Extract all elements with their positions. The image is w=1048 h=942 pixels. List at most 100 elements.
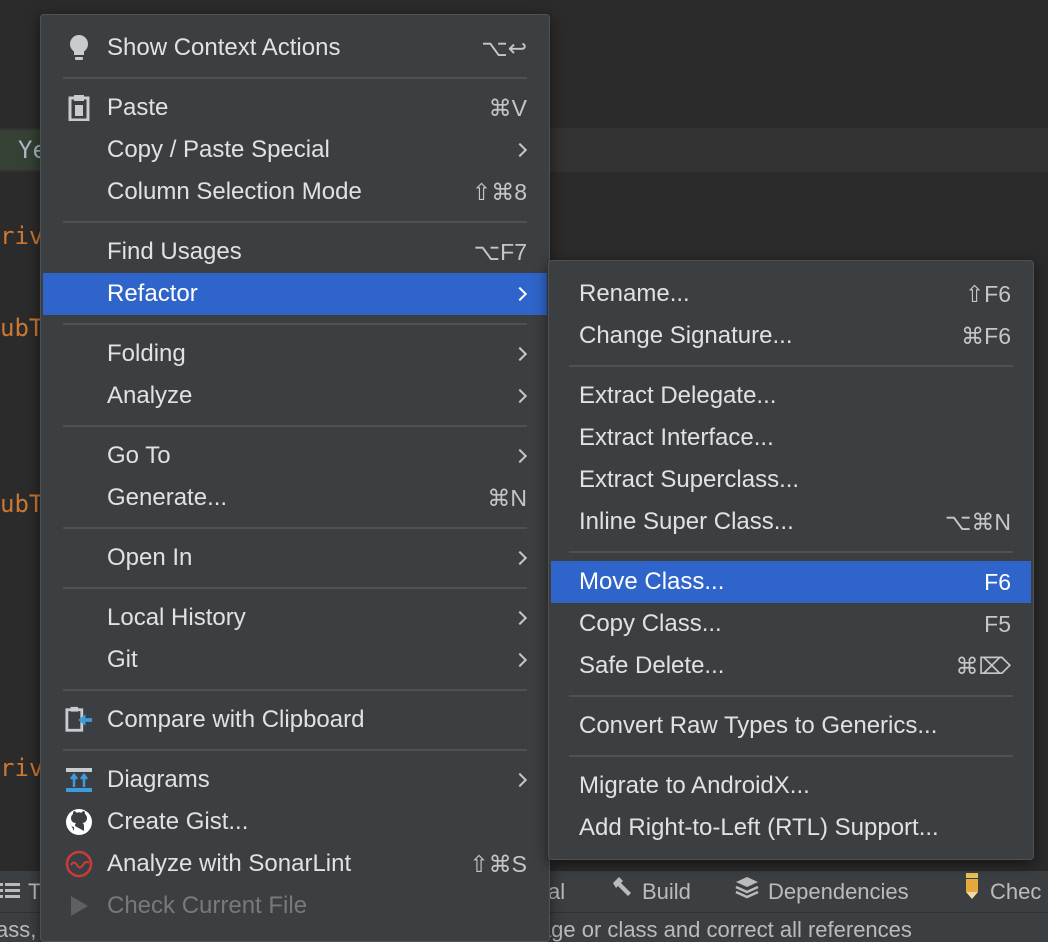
menu-separator [569,365,1013,367]
refactor-submenu: Rename... ⇧F6 Change Signature... ⌘F6 Ex… [548,260,1034,860]
menu-separator [63,587,527,589]
menu-separator [569,695,1013,697]
menu-item-paste[interactable]: Paste ⌘V [43,87,547,129]
pencil-icon [962,871,982,913]
menu-item-local-history[interactable]: Local History [43,597,547,639]
chevron-right-icon [512,388,528,404]
menu-item-column-selection-mode[interactable]: Column Selection Mode ⇧⌘8 [43,171,547,213]
menu-item-check-current-file: Check Current File [43,885,547,927]
menu-separator [63,323,527,325]
menu-item-git[interactable]: Git [43,639,547,681]
menu-separator [63,527,527,529]
chevron-right-icon [512,550,528,566]
menu-item-migrate-to-androidx[interactable]: Migrate to AndroidX... [551,765,1031,807]
menu-item-diagrams[interactable]: Diagrams [43,759,547,801]
menu-item-label: Check Current File [107,892,308,919]
menu-item-analyze[interactable]: Analyze [43,375,547,417]
code-fragment: Ye [0,130,47,170]
menu-separator [63,221,527,223]
menu-item-folding[interactable]: Folding [43,333,547,375]
menu-separator [63,689,527,691]
code-fragment: riv [0,754,44,782]
chevron-right-icon [512,286,528,302]
menu-item-label: Folding [107,340,186,367]
chevron-right-icon [512,448,528,464]
menu-item-safe-delete[interactable]: Safe Delete... ⌘⌦ [551,645,1031,687]
menu-item-shortcut: F5 [984,610,1011,637]
menu-item-rename[interactable]: Rename... ⇧F6 [551,273,1031,315]
compare-clipboard-icon [65,706,93,734]
menu-item-label: Refactor [107,280,198,307]
github-icon [65,808,93,836]
menu-separator [63,77,527,79]
menu-item-label: Analyze [107,382,193,409]
menu-item-compare-with-clipboard[interactable]: Compare with Clipboard [43,699,547,741]
menu-item-label: Rename... [579,280,690,307]
tool-tab-todo[interactable]: T [0,871,41,913]
tool-tab-build[interactable]: Build [610,871,691,913]
tool-tab-terminal[interactable]: al [548,871,565,913]
menu-item-extract-superclass[interactable]: Extract Superclass... [551,459,1031,501]
menu-item-label: Inline Super Class... [579,508,794,535]
menu-item-open-in[interactable]: Open In [43,537,547,579]
menu-item-change-signature[interactable]: Change Signature... ⌘F6 [551,315,1031,357]
menu-item-shortcut: ⌘N [487,484,527,511]
menu-item-extract-interface[interactable]: Extract Interface... [551,417,1031,459]
menu-item-extract-delegate[interactable]: Extract Delegate... [551,375,1031,417]
lightbulb-icon [65,34,93,62]
play-icon [65,892,93,920]
chevron-right-icon [512,652,528,668]
menu-separator [569,551,1013,553]
menu-item-label: Git [107,646,138,673]
clipboard-icon [65,94,93,122]
menu-separator [63,425,527,427]
menu-item-label: Convert Raw Types to Generics... [579,712,938,739]
menu-item-copy-paste-special[interactable]: Copy / Paste Special [43,129,547,171]
tool-tab-label: Build [642,879,691,904]
menu-item-analyze-with-sonarlint[interactable]: Analyze with SonarLint ⇧⌘S [43,843,547,885]
tool-tab-label: Chec [990,879,1042,904]
menu-item-go-to[interactable]: Go To [43,435,547,477]
menu-item-generate[interactable]: Generate... ⌘N [43,477,547,519]
menu-item-convert-raw-types[interactable]: Convert Raw Types to Generics... [551,705,1031,747]
tool-tab-label: Dependencies [768,879,909,904]
menu-item-label: Copy Class... [579,610,722,637]
menu-item-label: Change Signature... [579,322,793,349]
menu-item-add-rtl-support[interactable]: Add Right-to-Left (RTL) Support... [551,807,1031,849]
menu-item-inline-super-class[interactable]: Inline Super Class... ⌥⌘N [551,501,1031,543]
tool-tab-checkstyle[interactable]: Chec [962,871,1041,913]
menu-item-shortcut: ⌥↩ [481,34,527,61]
menu-item-label: Analyze with SonarLint [107,850,352,877]
menu-item-label: Extract Delegate... [579,382,777,409]
sonarlint-icon [65,850,93,878]
chevron-right-icon [512,772,528,788]
tool-tab-dependencies[interactable]: Dependencies [734,871,909,913]
menu-item-shortcut: ⌥F7 [473,238,527,265]
code-fragment: ubT [0,314,44,342]
code-fragment: ubT [0,490,44,518]
menu-item-copy-class[interactable]: Copy Class... F5 [551,603,1031,645]
chevron-right-icon [512,142,528,158]
menu-item-label: Generate... [107,484,228,511]
menu-item-shortcut: ⌘V [488,94,527,121]
menu-separator [569,755,1013,757]
menu-separator [63,749,527,751]
menu-item-label: Add Right-to-Left (RTL) Support... [579,814,939,841]
menu-item-label: Extract Interface... [579,424,774,451]
menu-item-label: Create Gist... [107,808,249,835]
menu-item-shortcut: ⌥⌘N [944,508,1011,535]
menu-item-move-class[interactable]: Move Class... F6 [551,561,1031,603]
hammer-icon [610,871,634,913]
list-icon [0,871,20,913]
menu-item-shortcut: ⇧⌘8 [471,178,527,205]
menu-item-shortcut: ⇧F6 [964,280,1011,307]
code-fragment: riv [0,222,44,250]
menu-item-shortcut: F6 [984,568,1011,595]
menu-item-create-gist[interactable]: Create Gist... [43,801,547,843]
chevron-right-icon [512,346,528,362]
menu-item-label: Extract Superclass... [579,466,800,493]
menu-item-find-usages[interactable]: Find Usages ⌥F7 [43,231,547,273]
menu-item-refactor[interactable]: Refactor [43,273,547,315]
menu-item-label: Migrate to AndroidX... [579,772,810,799]
menu-item-show-context-actions[interactable]: Show Context Actions ⌥↩ [43,27,547,69]
